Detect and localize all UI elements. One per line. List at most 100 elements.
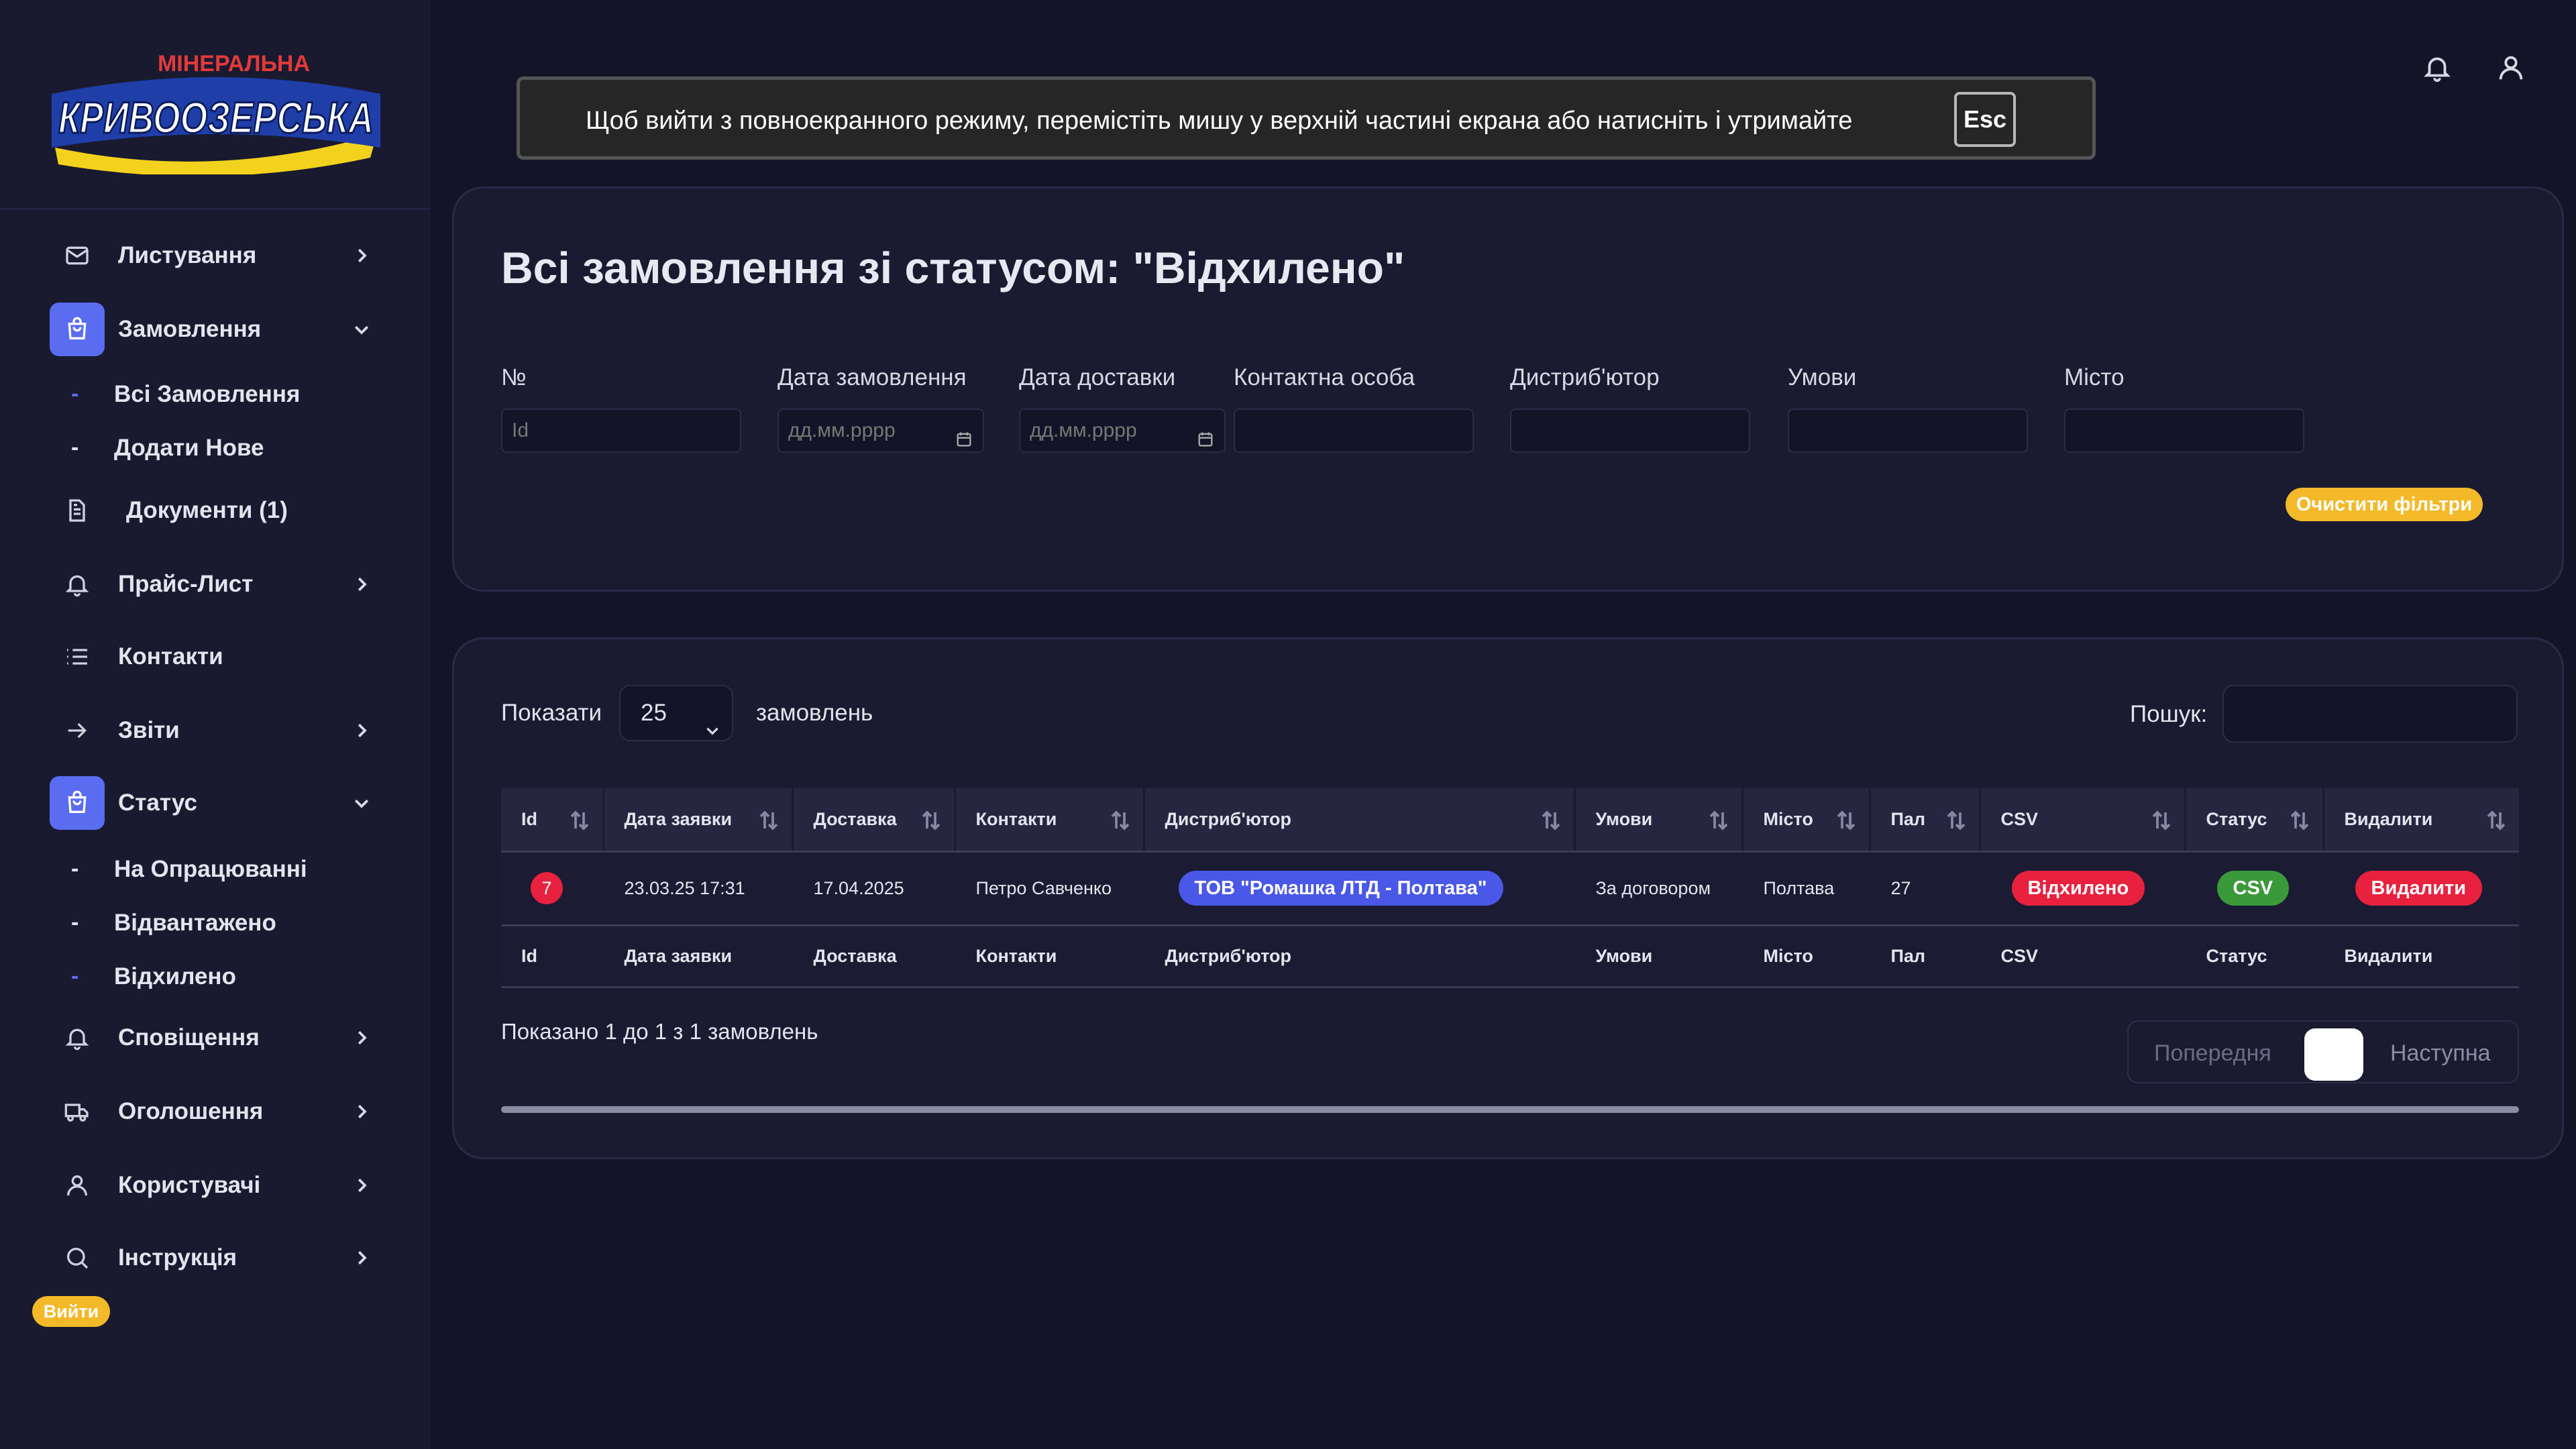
cell-distributor: ТОВ "Ромашка ЛТД - Полтава" — [1144, 851, 1576, 926]
cell-delivery: 17.04.2025 — [792, 851, 956, 926]
pagination-prev-button[interactable]: Попередня — [2154, 1040, 2271, 1067]
column-header-delivery[interactable]: Доставка — [792, 788, 956, 853]
shopping-bag-icon — [50, 303, 105, 356]
calendar-icon[interactable] — [1196, 422, 1215, 447]
search-input[interactable] — [2222, 685, 2518, 743]
sidebar-item-contacts[interactable]: Контакти — [0, 627, 431, 687]
cell-pallets: 27 — [1870, 851, 1981, 926]
sidebar-subitem-shipped[interactable]: - Відвантажено — [0, 898, 431, 945]
sort-icon[interactable] — [2288, 808, 2312, 833]
sidebar-item-documents[interactable]: Документи (1) — [0, 480, 431, 541]
sidebar-subitem-label: Додати Нове — [114, 435, 264, 461]
column-header-pallets[interactable]: Пал — [1870, 788, 1981, 853]
csv-download-button[interactable]: CSV — [2216, 871, 2290, 906]
brand-logo[interactable]: МІНЕРАЛЬНА КРИВООЗЕРСЬКА — [48, 47, 384, 176]
sidebar-divider — [0, 208, 431, 210]
sidebar-subitem-add-new[interactable]: - Додати Нове — [0, 423, 431, 470]
column-header-label: Умови — [1595, 808, 1653, 829]
filter-label-contact: Контактна особа — [1234, 364, 1415, 390]
sort-icon[interactable] — [1944, 808, 1968, 833]
terms-filter-input[interactable] — [1788, 409, 2028, 453]
calendar-icon[interactable] — [955, 422, 973, 447]
sort-icon[interactable] — [568, 808, 592, 833]
sidebar-item-notifications[interactable]: Сповіщення — [0, 1008, 431, 1068]
chevron-right-icon — [352, 246, 372, 266]
delete-button[interactable]: Видалити — [2355, 871, 2483, 906]
sidebar-item-price-list[interactable]: Прайс-Лист — [0, 554, 431, 614]
sub-item-dash: - — [71, 963, 79, 989]
pagination-page-1[interactable]: 1 — [2304, 1028, 2363, 1081]
column-header-order-date[interactable]: Дата заявки — [603, 788, 794, 853]
sidebar-item-instructions[interactable]: Інструкція — [0, 1228, 431, 1288]
sort-icon[interactable] — [2484, 808, 2508, 833]
sidebar-subitem-all-orders[interactable]: - Всі Замовлення — [0, 369, 431, 416]
rejected-status-badge[interactable]: Відхилено — [2011, 871, 2145, 906]
column-header-csv[interactable]: CSV — [1980, 788, 2186, 853]
table-footer-row: Id Дата заявки Доставка Контакти Дистриб… — [501, 925, 2519, 988]
user-profile-icon[interactable] — [2496, 52, 2529, 86]
sidebar-item-label: Контакти — [118, 643, 223, 669]
column-header-label: Контакти — [975, 808, 1057, 829]
cell-contacts: Петро Савченко — [955, 851, 1145, 926]
column-header-id[interactable]: Id — [501, 788, 604, 853]
sub-item-dash: - — [71, 856, 79, 881]
cell-status: CSV — [2185, 851, 2324, 926]
column-header-label: Пал — [1890, 808, 1926, 829]
sub-item-dash: - — [71, 435, 79, 460]
sort-icon[interactable] — [1108, 808, 1132, 833]
column-header-delete[interactable]: Видалити — [2323, 788, 2519, 853]
sort-icon[interactable] — [1707, 808, 1731, 833]
document-icon — [62, 495, 93, 526]
sidebar-subitem-processing[interactable]: - На Опрацюванні — [0, 844, 431, 891]
sidebar-item-label: Замовлення — [118, 316, 262, 342]
sidebar-subitem-rejected[interactable]: - Відхилено — [0, 951, 431, 998]
chevron-down-icon — [704, 705, 721, 735]
city-filter-input[interactable] — [2064, 409, 2304, 453]
column-footer-terms: Умови — [1574, 925, 1743, 988]
column-footer-status: Статус — [2185, 925, 2324, 988]
page-size-label: Показати — [501, 700, 602, 726]
sidebar-subitem-label: На Опрацюванні — [114, 856, 307, 882]
distributor-badge[interactable]: ТОВ "Ромашка ЛТД - Полтава" — [1178, 871, 1503, 906]
sort-icon[interactable] — [757, 808, 781, 833]
table-row: 7 23.03.25 17:31 17.04.2025 Петро Савчен… — [501, 851, 2519, 926]
sidebar-item-status[interactable]: Статус — [0, 773, 431, 833]
column-footer-csv: CSV — [1980, 925, 2186, 988]
sort-icon[interactable] — [2149, 808, 2174, 833]
column-footer-contacts: Контакти — [955, 925, 1145, 988]
chevron-right-icon — [352, 1102, 372, 1122]
distributor-filter-input[interactable] — [1510, 409, 1750, 453]
delivery-date-filter[interactable]: дд.мм.рррр — [1019, 409, 1226, 453]
sidebar-item-mail[interactable]: Листування — [0, 225, 431, 286]
cell-csv: Відхилено — [1980, 851, 2186, 926]
fullscreen-notice: Щоб вийти з повноекранного режиму, перем… — [517, 76, 2096, 160]
column-header-contacts[interactable]: Контакти — [955, 788, 1145, 853]
clear-filters-button[interactable]: Очистити фільтри — [2286, 488, 2483, 521]
filter-label-number: № — [501, 364, 527, 390]
order-id-badge[interactable]: 7 — [531, 872, 563, 904]
column-header-city[interactable]: Місто — [1742, 788, 1871, 853]
pagination-next-button[interactable]: Наступна — [2390, 1040, 2491, 1067]
column-header-terms[interactable]: Умови — [1574, 788, 1743, 853]
sidebar-item-announcements[interactable]: Оголошення — [0, 1081, 431, 1142]
sort-icon[interactable] — [919, 808, 943, 833]
notifications-bell-icon[interactable] — [2422, 52, 2455, 86]
sidebar-item-orders[interactable]: Замовлення — [0, 299, 431, 360]
id-filter-input[interactable]: Id — [501, 409, 741, 453]
sub-item-dash: - — [71, 381, 79, 407]
logout-button[interactable]: Вийти — [32, 1296, 110, 1327]
sort-icon[interactable] — [1834, 808, 1858, 833]
column-header-status[interactable]: Статус — [2185, 788, 2324, 853]
horizontal-scrollbar[interactable] — [501, 1106, 2519, 1113]
logo-top-text: МІНЕРАЛЬНА — [158, 51, 310, 76]
sort-icon[interactable] — [1539, 808, 1563, 833]
sidebar-item-reports[interactable]: Звіти — [0, 700, 431, 761]
chevron-right-icon — [352, 1028, 372, 1048]
column-header-distributor[interactable]: Дистриб'ютор — [1144, 788, 1576, 853]
sidebar-item-users[interactable]: Користувачі — [0, 1155, 431, 1216]
contact-filter-input[interactable] — [1234, 409, 1474, 453]
column-header-label: Id — [521, 808, 537, 829]
page-size-select[interactable]: 25 — [619, 685, 733, 741]
order-date-filter[interactable]: дд.мм.рррр — [777, 409, 984, 453]
sidebar-item-label: Оголошення — [118, 1098, 264, 1124]
